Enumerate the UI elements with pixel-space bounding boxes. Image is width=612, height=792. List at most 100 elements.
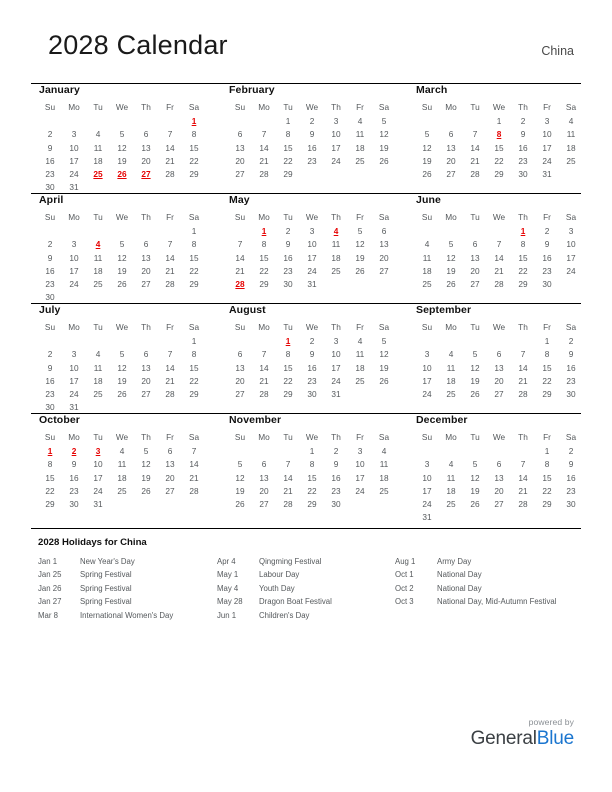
- day-cell: 26: [141, 485, 151, 496]
- day-cell-empty: [158, 225, 182, 238]
- day-cell: 5: [143, 446, 149, 457]
- month-block-june: June Su Mo Tu We Th Fr Sa 1 2 3 4 5 6 7 8 9 10 11 12 13 14 15…: [415, 194, 595, 291]
- day-cell: 20: [494, 375, 504, 386]
- day-cell: 22: [45, 485, 55, 496]
- day-cell: 18: [422, 265, 432, 276]
- day-cell-empty: [372, 168, 396, 181]
- day-cell: 24: [422, 389, 432, 400]
- day-cell: 6: [143, 239, 149, 250]
- day-cell-holiday: 3: [95, 446, 101, 457]
- day-cell: 24: [566, 265, 576, 276]
- day-cell: 3: [71, 349, 77, 360]
- day-cell-empty: [134, 498, 158, 511]
- day-cell: 12: [141, 459, 151, 470]
- day-cell: 11: [93, 362, 103, 373]
- week-row: 16 17 18 19 20 21 22: [38, 155, 206, 168]
- week-row: 8 9 10 11 12 13 14: [38, 458, 206, 471]
- day-cell: 28: [518, 499, 528, 510]
- day-cell-empty: [252, 115, 276, 128]
- day-cell-empty: [134, 401, 158, 414]
- holiday-name: International Women's Day: [80, 610, 174, 620]
- weekday-header-we: We: [115, 212, 129, 222]
- day-cell: 4: [448, 349, 454, 360]
- day-cell: 12: [470, 472, 480, 483]
- weekday-header-th: Th: [518, 102, 528, 112]
- weekday-header-th: Th: [331, 322, 341, 332]
- day-cell: 1: [191, 226, 197, 237]
- weekday-header-su: Su: [234, 322, 246, 332]
- day-cell: 13: [165, 459, 175, 470]
- day-cell-holiday: 2: [71, 446, 77, 457]
- day-cell: 12: [379, 349, 389, 360]
- day-cell: 15: [283, 362, 293, 373]
- day-cell: 5: [448, 239, 454, 250]
- day-cell: 29: [307, 499, 317, 510]
- day-cell: 12: [117, 252, 127, 263]
- day-cell-holiday: 28: [235, 279, 245, 290]
- week-row: 6 7 8 9 10 11 12: [228, 128, 396, 141]
- day-cell-empty: [86, 291, 110, 304]
- day-cell: 2: [285, 226, 291, 237]
- day-cell: 5: [381, 116, 387, 127]
- weekday-header-sa: Sa: [565, 322, 577, 332]
- day-cell: 16: [307, 142, 317, 153]
- day-cell: 24: [331, 155, 341, 166]
- week-row: 16 17 18 19 20 21 22: [38, 375, 206, 388]
- day-cell: 28: [165, 279, 175, 290]
- day-cell: 9: [309, 129, 315, 140]
- day-cell: 20: [235, 155, 245, 166]
- day-cell: 8: [285, 349, 291, 360]
- month-grid: Su Mo Tu We Th Fr Sa 1 2 3 4 5 6 7 8 9 10 11 12 13 14 15 16 17…: [415, 321, 583, 401]
- day-cell-empty: [38, 115, 62, 128]
- month-name: July: [39, 304, 61, 316]
- day-cell: 7: [496, 239, 502, 250]
- day-cell: 17: [422, 485, 432, 496]
- day-cell-holiday: 4: [95, 239, 101, 250]
- weekday-header-we: We: [492, 102, 506, 112]
- week-row: 11 12 13 14 15 16 17: [415, 252, 583, 265]
- month-grid: Su Mo Tu We Th Fr Sa 1 2 3 4 5 6 7 8 9 10 11 12 13 14 15 16 17 1…: [38, 431, 206, 511]
- day-cell: 18: [117, 472, 127, 483]
- day-cell: 29: [518, 279, 528, 290]
- day-cell: 31: [93, 499, 103, 510]
- day-cell: 26: [379, 155, 389, 166]
- week-row: 1 2 3 4 5: [228, 335, 396, 348]
- month-grid: Su Mo Tu We Th Fr Sa 1 2 3 4 5 6 7 8 9 10 11 12 13 14 15 16 17…: [38, 321, 206, 414]
- day-cell-empty: [324, 168, 348, 181]
- day-cell: 29: [259, 279, 269, 290]
- week-row: 1: [38, 115, 206, 128]
- month-block-november: November Su Mo Tu We Th Fr Sa 1 2 3 4 5 6 7 8 9 10 11 12 13…: [228, 414, 408, 511]
- week-row: 10 11 12 13 14 15 16: [415, 472, 583, 485]
- month-grid: Su Mo Tu We Th Fr Sa 1 2 3 4 5 6 7 8 9 10 11 12 13 14 15 16 17…: [228, 101, 396, 181]
- day-cell: 27: [141, 279, 151, 290]
- day-cell-empty: [372, 498, 396, 511]
- weekday-header-row: Su Mo Tu We Th Fr Sa: [415, 431, 583, 445]
- day-cell: 8: [191, 349, 197, 360]
- weekday-header-th: Th: [141, 102, 151, 112]
- day-cell: 25: [446, 499, 456, 510]
- day-cell: 17: [307, 252, 317, 263]
- month-grid: Su Mo Tu We Th Fr Sa 1 2 3 4 5 6 7 8 9 10 11 12 13 14 15 16 17…: [415, 431, 583, 524]
- day-cell: 11: [93, 252, 103, 263]
- day-cell-empty: [134, 115, 158, 128]
- week-row: 31: [415, 511, 583, 524]
- weekday-header-mo: Mo: [68, 322, 80, 332]
- day-cell: 18: [566, 142, 576, 153]
- holiday-name: Dragon Boat Festival: [259, 597, 332, 607]
- day-cell: 25: [331, 265, 341, 276]
- day-cell: 5: [237, 459, 243, 470]
- weekday-header-th: Th: [331, 102, 341, 112]
- month-grid: Su Mo Tu We Th Fr Sa 1 2 3 4 5 6 7 8 9 10 11 12 13 14 15 16 17…: [415, 101, 583, 181]
- day-cell: 17: [566, 252, 576, 263]
- day-cell-empty: [559, 511, 583, 524]
- day-cell: 15: [542, 362, 552, 373]
- day-cell: 22: [259, 265, 269, 276]
- day-cell: 25: [379, 485, 389, 496]
- day-cell: 2: [47, 239, 53, 250]
- day-cell: 11: [355, 129, 365, 140]
- week-row: 12 13 14 15 16 17 18: [228, 472, 396, 485]
- day-cell: 16: [331, 472, 341, 483]
- day-cell: 28: [165, 169, 175, 180]
- month-name: September: [416, 304, 472, 316]
- weekday-header-su: Su: [234, 212, 246, 222]
